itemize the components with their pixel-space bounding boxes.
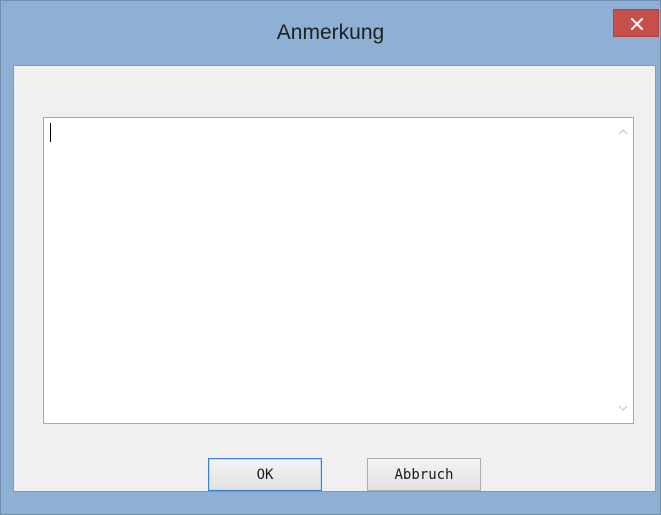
text-caret xyxy=(50,123,51,142)
note-textarea[interactable] xyxy=(43,117,634,424)
vertical-scrollbar[interactable] xyxy=(614,118,633,423)
scroll-up-button[interactable] xyxy=(614,122,633,142)
ok-button[interactable]: OK xyxy=(208,458,322,491)
scroll-down-button[interactable] xyxy=(614,399,633,419)
chevron-down-icon xyxy=(618,405,628,411)
cancel-button[interactable]: Abbruch xyxy=(367,458,481,491)
close-button[interactable] xyxy=(613,9,659,37)
note-text xyxy=(48,121,611,137)
dialog-body: OK Abbruch xyxy=(13,65,656,492)
chevron-up-icon xyxy=(618,129,628,135)
dialog-window: Anmerkung OK Abbruch xyxy=(0,0,661,515)
title-bar[interactable]: Anmerkung xyxy=(1,1,660,65)
close-icon xyxy=(631,18,643,30)
window-title: Anmerkung xyxy=(276,21,385,44)
